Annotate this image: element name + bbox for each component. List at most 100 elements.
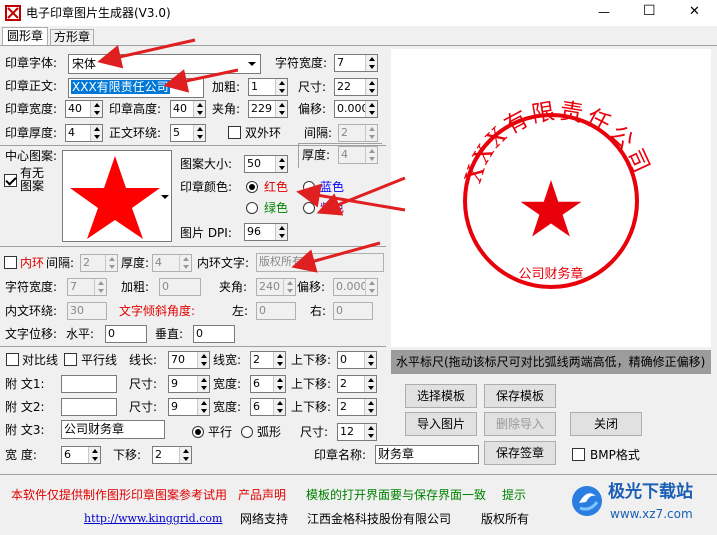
- spin-arrows-icon[interactable]: [365, 279, 377, 295]
- choose-template-button[interactable]: 选择模板: [405, 384, 477, 408]
- inner-ring-checkbox[interactable]: [4, 256, 17, 269]
- import-image-button[interactable]: 导入图片: [405, 412, 477, 436]
- sub1-input[interactable]: [61, 375, 117, 393]
- width-stepper[interactable]: 40: [65, 100, 103, 118]
- spin-arrows-icon[interactable]: [275, 224, 287, 240]
- spin-arrows-icon[interactable]: [365, 79, 377, 95]
- line-len-stepper[interactable]: 70: [168, 351, 210, 369]
- thickness-stepper[interactable]: 4: [65, 124, 103, 142]
- spin-arrows-icon[interactable]: [90, 125, 102, 141]
- inner-gap-stepper[interactable]: 2: [80, 254, 118, 272]
- line-w-stepper[interactable]: 2: [250, 351, 286, 369]
- height-stepper[interactable]: 40: [170, 100, 206, 118]
- spin-arrows-icon[interactable]: [365, 101, 377, 117]
- bw-stepper[interactable]: 6: [61, 446, 101, 464]
- minimize-icon[interactable]: —: [598, 4, 610, 20]
- left-input[interactable]: 0: [256, 302, 296, 320]
- spin-arrows-icon[interactable]: [273, 352, 285, 368]
- spin-arrows-icon[interactable]: [283, 279, 295, 295]
- save-template-button[interactable]: 保存模板: [484, 384, 556, 408]
- color-blue-radio[interactable]: [303, 181, 315, 193]
- seal-text-input[interactable]: XXX有限责任公司: [68, 78, 204, 98]
- ci-angle-stepper[interactable]: 240: [256, 278, 296, 296]
- spin-arrows-icon[interactable]: [275, 79, 287, 95]
- spin-arrows-icon[interactable]: [365, 125, 377, 141]
- color-purple-radio[interactable]: [303, 202, 315, 214]
- bmp-checkbox[interactable]: [572, 448, 585, 461]
- spin-arrows-icon[interactable]: [365, 147, 377, 163]
- save-seal-button[interactable]: 保存签章: [484, 441, 556, 465]
- spin-arrows-icon[interactable]: [197, 352, 209, 368]
- sub2-input[interactable]: [61, 398, 117, 416]
- offset-stepper[interactable]: 0.000: [334, 100, 378, 118]
- color-green-radio[interactable]: [246, 202, 258, 214]
- spin-arrows-icon[interactable]: [364, 376, 376, 392]
- sub2-size-stepper[interactable]: 9: [168, 398, 210, 416]
- spin-arrows-icon[interactable]: [197, 399, 209, 415]
- close-icon[interactable]: ✕: [689, 4, 700, 20]
- sub3-size-stepper[interactable]: 12: [337, 423, 377, 441]
- tab-round-seal[interactable]: 圆形章: [2, 27, 48, 45]
- flat-radio[interactable]: [192, 426, 204, 438]
- sub3-input[interactable]: 公司财务章: [61, 420, 165, 439]
- website-link[interactable]: http://www.kinggrid.com: [84, 511, 222, 527]
- size-stepper[interactable]: 22: [334, 78, 378, 96]
- spin-arrows-icon[interactable]: [88, 447, 100, 463]
- pattern-preview-box[interactable]: [62, 150, 172, 242]
- has-pattern-checkbox[interactable]: [4, 174, 17, 187]
- sub1-size-stepper[interactable]: 9: [168, 375, 210, 393]
- product-statement-link[interactable]: 产品声明: [238, 487, 286, 503]
- bdown-stepper[interactable]: 2: [152, 446, 192, 464]
- inner-thick-stepper[interactable]: 4: [152, 254, 192, 272]
- bold-stepper[interactable]: 1: [248, 78, 288, 96]
- gap-stepper[interactable]: 2: [338, 124, 378, 142]
- spin-arrows-icon[interactable]: [365, 55, 377, 71]
- spin-arrows-icon[interactable]: [275, 156, 287, 172]
- arc-radio[interactable]: [241, 426, 253, 438]
- inner-ring2-input[interactable]: 30: [67, 302, 107, 320]
- updown-stepper[interactable]: 0: [337, 351, 377, 369]
- spin-arrows-icon[interactable]: [193, 125, 205, 141]
- sub2-w-stepper[interactable]: 6: [250, 398, 286, 416]
- pattern-dropdown-arrow[interactable]: [158, 190, 172, 204]
- sub2-ud-stepper[interactable]: 2: [337, 398, 377, 416]
- delete-import-button[interactable]: 删除导入: [484, 412, 556, 436]
- spin-arrows-icon[interactable]: [94, 279, 106, 295]
- spin-arrows-icon[interactable]: [364, 424, 376, 440]
- pattern-size-stepper[interactable]: 50: [244, 155, 288, 173]
- dpi-stepper[interactable]: 96: [244, 223, 288, 241]
- spin-arrows-icon[interactable]: [364, 352, 376, 368]
- spin-arrows-icon[interactable]: [193, 101, 205, 117]
- inner-text-input[interactable]: 版权所有: [256, 253, 384, 272]
- angle-stepper[interactable]: 229: [248, 100, 288, 118]
- tab-square-seal[interactable]: 方形章: [50, 29, 94, 45]
- horiz-input[interactable]: 0: [105, 325, 147, 343]
- ci-bold-input[interactable]: 0: [159, 278, 201, 296]
- vert-input[interactable]: 0: [193, 325, 235, 343]
- spin-arrows-icon[interactable]: [179, 255, 191, 271]
- seal-name-input[interactable]: 财务章: [375, 445, 479, 464]
- font-select[interactable]: 宋体: [68, 54, 261, 74]
- compare-line-checkbox[interactable]: [6, 353, 19, 366]
- sub1-ud-stepper[interactable]: 2: [337, 375, 377, 393]
- close-button[interactable]: 关闭: [570, 412, 642, 436]
- tip-link[interactable]: 提示: [502, 487, 526, 503]
- ci-width-stepper[interactable]: 7: [67, 278, 107, 296]
- spin-arrows-icon[interactable]: [90, 101, 102, 117]
- spin-arrows-icon[interactable]: [197, 376, 209, 392]
- double-ring-checkbox[interactable]: [228, 126, 241, 139]
- color-red-radio[interactable]: [246, 181, 258, 193]
- spin-arrows-icon[interactable]: [273, 376, 285, 392]
- char-width-stepper[interactable]: 7: [334, 54, 378, 72]
- maximize-icon[interactable]: ☐: [643, 3, 656, 19]
- ring-stepper[interactable]: 5: [170, 124, 206, 142]
- right-input[interactable]: 0: [333, 302, 373, 320]
- spin-arrows-icon[interactable]: [364, 399, 376, 415]
- spin-arrows-icon[interactable]: [273, 399, 285, 415]
- parallel-line-checkbox[interactable]: [64, 353, 77, 366]
- sub1-w-stepper[interactable]: 6: [250, 375, 286, 393]
- thick2-stepper[interactable]: 4: [338, 146, 378, 164]
- spin-arrows-icon[interactable]: [275, 101, 287, 117]
- spin-arrows-icon[interactable]: [105, 255, 117, 271]
- spin-arrows-icon[interactable]: [179, 447, 191, 463]
